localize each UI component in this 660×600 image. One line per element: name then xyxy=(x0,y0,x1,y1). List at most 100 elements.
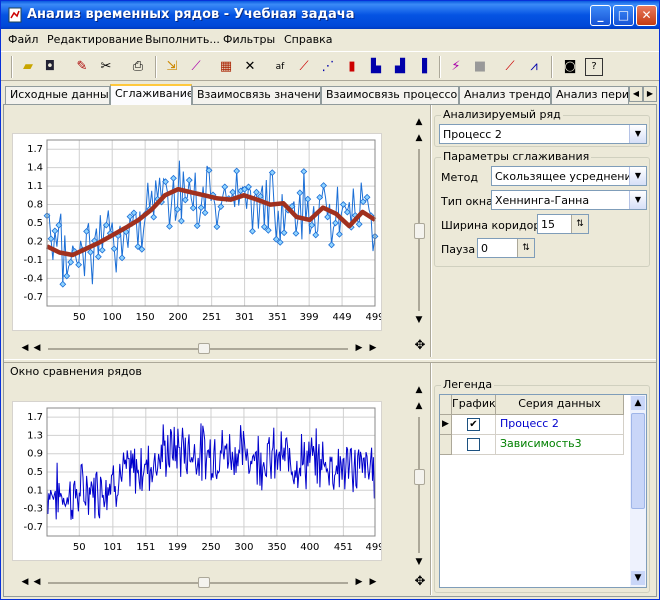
scroll-left-icon[interactable]: ◀ xyxy=(30,575,44,589)
scroll-right-icon[interactable]: ▶ xyxy=(352,575,366,589)
open-folder-icon[interactable]: ▰ xyxy=(19,58,37,76)
legend-row-checkbox-cell[interactable] xyxy=(452,435,496,455)
chart1-vscroll[interactable]: ▲ ▲ ▼ xyxy=(412,115,428,329)
minimize-button[interactable]: _ xyxy=(590,5,611,26)
spin-arrows-icon[interactable]: ⇅ xyxy=(571,215,588,233)
scroll-thumb[interactable] xyxy=(198,343,210,354)
scroll-right-icon[interactable]: ▶ xyxy=(366,341,380,355)
delete-icon[interactable]: ✕ xyxy=(241,58,259,76)
menu-run[interactable]: Выполнить... xyxy=(145,33,220,46)
title-bar[interactable]: Анализ временных рядов - Учебная задача … xyxy=(1,1,659,29)
legend-row-checkbox[interactable] xyxy=(467,438,480,451)
maximize-button[interactable]: □ xyxy=(613,5,634,26)
chart2-move-icon[interactable]: ✥ xyxy=(413,575,427,589)
scroll-left-icon[interactable]: ◀ xyxy=(30,341,44,355)
tab-smoothing[interactable]: Сглаживание xyxy=(110,84,192,105)
series-point xyxy=(296,189,304,197)
method-select[interactable]: Скользящее усреднение ▼ xyxy=(491,166,647,186)
menu-filters[interactable]: Фильтры xyxy=(223,33,275,46)
tab-trend-analysis[interactable]: Анализ трендов xyxy=(459,86,551,104)
chevron-down-icon[interactable]: ▼ xyxy=(629,167,646,185)
tab-value-relations[interactable]: Взаимосвязь значений xyxy=(192,86,321,104)
legend-row-series[interactable]: Зависимость3 xyxy=(496,435,624,455)
scroll-thumb[interactable] xyxy=(414,223,425,239)
smoothing-chart: 1.7 1.4 1.1 0.8 0.5 0.2 -0.1 -0.4 -0.7 50 100 150 20… xyxy=(12,133,382,331)
tab-process-relations[interactable]: Взаимосвязь процессов xyxy=(321,86,459,104)
tab-scroll-left-icon[interactable]: ◀ xyxy=(629,86,643,102)
scroll-up-icon[interactable]: ▲ xyxy=(631,396,645,410)
help-icon[interactable]: ? xyxy=(585,58,603,76)
legend-vscroll[interactable]: ▲ ▼ xyxy=(630,395,646,587)
spin-arrows-icon[interactable]: ⇅ xyxy=(517,239,534,257)
scroll-down-icon[interactable]: ▼ xyxy=(631,571,645,585)
series-point xyxy=(166,223,173,230)
corridor-width-stepper[interactable]: 15 ⇅ xyxy=(537,214,589,234)
tab-source-data[interactable]: Исходные данные xyxy=(5,86,110,104)
horizontal-splitter[interactable] xyxy=(4,359,656,363)
legend-row-series[interactable]: Процесс 2 xyxy=(496,415,624,435)
chevron-down-icon[interactable]: ▼ xyxy=(629,191,646,209)
cut-icon[interactable]: ✂ xyxy=(97,58,115,76)
column-chart-icon[interactable]: ▟ xyxy=(391,58,409,76)
y-tick-label: 0.1 xyxy=(27,485,43,496)
camera-icon[interactable]: ◙ xyxy=(561,58,579,76)
chart1-move-icon[interactable]: ✥ xyxy=(413,339,427,353)
series-point xyxy=(213,223,221,231)
menu-edit[interactable]: Редактирование xyxy=(47,33,143,46)
line-chart-icon[interactable]: ⟋ xyxy=(295,58,313,76)
x-tick-label: 399 xyxy=(300,312,319,323)
tab-scroll-right-icon[interactable]: ▶ xyxy=(643,86,657,102)
series-point xyxy=(185,176,193,184)
legend-col-series[interactable]: Серия данных xyxy=(496,395,624,415)
scatter-chart-icon[interactable]: ⋰ xyxy=(319,58,337,76)
legend-row-checkbox-cell[interactable]: ✔ xyxy=(452,415,496,435)
scroll-up-icon[interactable]: ▲ xyxy=(412,383,426,397)
run-icon[interactable]: ⚡ xyxy=(447,58,465,76)
scroll-thumb[interactable] xyxy=(198,577,210,588)
print-icon[interactable]: ⎙ xyxy=(129,58,147,76)
series-point xyxy=(233,167,241,175)
save-disk-icon[interactable]: ◘ xyxy=(41,58,59,76)
tab-period-analysis[interactable]: Анализ пери xyxy=(551,86,629,104)
formula-icon[interactable]: af xyxy=(271,58,289,76)
y-tick-label: -0.4 xyxy=(23,273,43,284)
scroll-down-icon[interactable]: ▼ xyxy=(412,555,426,569)
close-button[interactable]: ✕ xyxy=(636,5,657,26)
vertical-splitter[interactable] xyxy=(430,105,432,357)
chart1-hscroll[interactable]: ◀ ◀ ▶ ▶ xyxy=(18,341,378,357)
stop-icon[interactable]: ■ xyxy=(471,58,489,76)
step-chart-icon[interactable]: ▙ xyxy=(367,58,385,76)
window-type-select[interactable]: Хеннинга-Ганна ▼ xyxy=(491,190,647,210)
scroll-right-icon[interactable]: ▶ xyxy=(352,341,366,355)
histogram-icon[interactable]: ▐ xyxy=(413,58,431,76)
vertical-splitter[interactable] xyxy=(430,363,432,595)
x-tick-label: 50 xyxy=(73,312,86,323)
edit-tools-icon[interactable]: ✎ xyxy=(73,58,91,76)
chart2-hscroll[interactable]: ◀ ◀ ▶ ▶ xyxy=(18,575,378,591)
legend-row-checkbox[interactable]: ✔ xyxy=(467,418,480,431)
analyzed-series-group: Анализируемый ряд Процесс 2 ▼ xyxy=(434,108,650,147)
scroll-thumb[interactable] xyxy=(631,413,645,509)
scroll-right-icon[interactable]: ▶ xyxy=(366,575,380,589)
scroll-up-icon[interactable]: ▲ xyxy=(412,399,426,413)
analyzed-series-select[interactable]: Процесс 2 ▼ xyxy=(439,124,647,144)
scroll-up-icon[interactable]: ▲ xyxy=(412,115,426,129)
series-point xyxy=(221,183,229,191)
scroll-up-icon[interactable]: ▲ xyxy=(412,131,426,145)
scroll-thumb[interactable] xyxy=(414,469,425,485)
y-tick-label: 0.5 xyxy=(27,218,43,229)
area-chart-icon[interactable]: ⩘ xyxy=(525,58,543,76)
chart-wizard-icon[interactable]: ⟋ xyxy=(187,58,205,76)
window-type-label: Тип окна xyxy=(441,195,493,208)
table-icon[interactable]: ▦ xyxy=(217,58,235,76)
import-icon[interactable]: ⇲ xyxy=(163,58,181,76)
scroll-down-icon[interactable]: ▼ xyxy=(412,313,426,327)
menu-file[interactable]: Файл xyxy=(8,33,38,46)
legend-col-graph[interactable]: График xyxy=(452,395,496,415)
bar-chart-icon[interactable]: ▮ xyxy=(343,58,361,76)
chevron-down-icon[interactable]: ▼ xyxy=(629,125,646,143)
menu-help[interactable]: Справка xyxy=(284,33,332,46)
chart2-vscroll[interactable]: ▲ ▲ ▼ xyxy=(412,383,428,573)
pause-stepper[interactable]: 0 ⇅ xyxy=(477,238,535,258)
trend-icon[interactable]: ⟋ xyxy=(501,58,519,76)
